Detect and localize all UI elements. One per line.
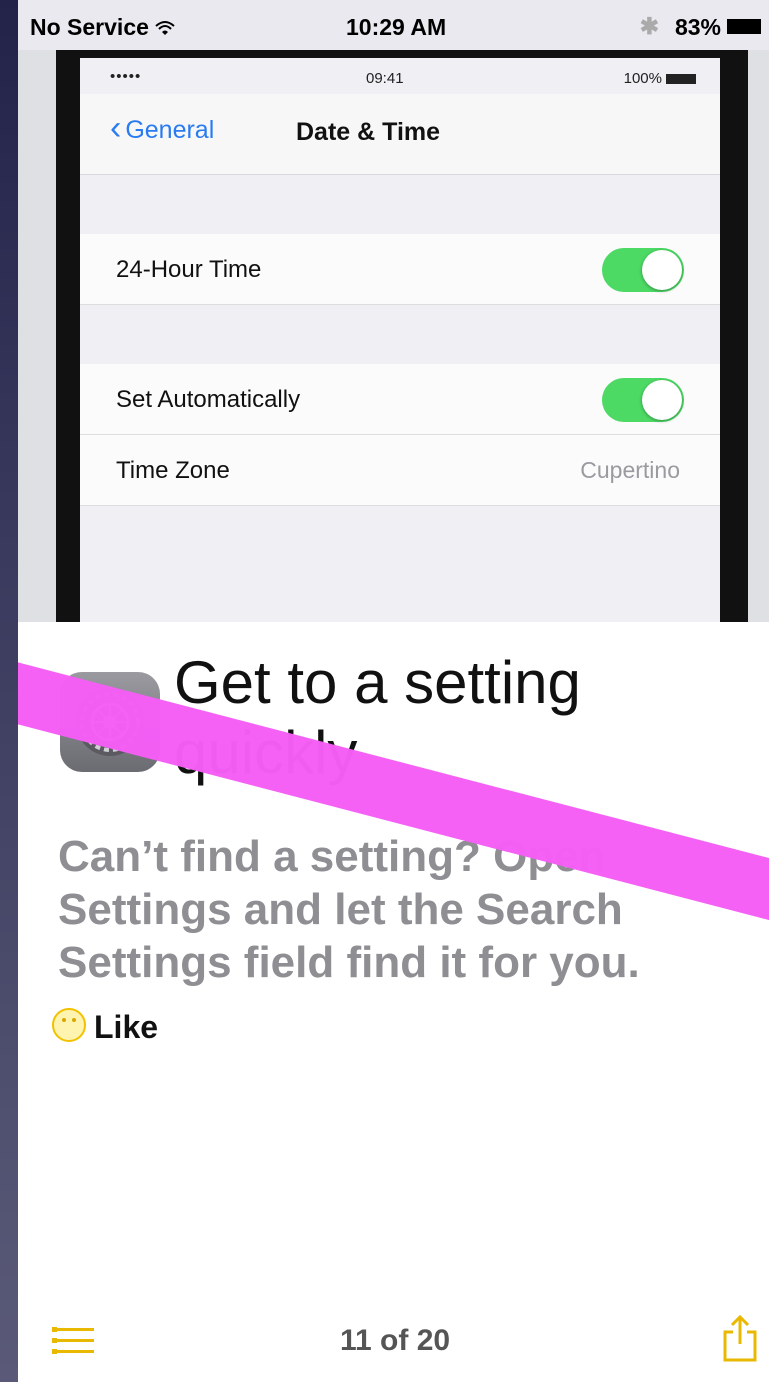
back-label: General [125, 116, 215, 144]
cell-value: Cupertino [580, 457, 680, 483]
settings-navbar: ‹ General Date & Time [80, 94, 720, 175]
wifi-icon [155, 21, 175, 35]
inner-battery-icon [666, 74, 696, 84]
tip-hero-image: ••••• 09:41 100% ‹ General Date & Time 24… [18, 50, 769, 622]
chevron-left-icon: ‹ [110, 109, 122, 147]
status-time: 10:29 AM [346, 14, 447, 40]
inner-battery: 100% [623, 70, 662, 87]
device-frame: ••••• 09:41 100% ‹ General Date & Time 24… [56, 50, 748, 622]
nav-title: Date & Time [296, 118, 441, 146]
smiley-icon [52, 1008, 86, 1042]
status-bar: No Service 10:29 AM ✱ 83% [18, 0, 769, 50]
bluetooth-icon: ✱ [639, 13, 659, 39]
page-count: 11 of 20 [340, 1324, 451, 1357]
inner-time: 09:41 [366, 70, 404, 87]
carrier-label: No Service [30, 14, 175, 41]
signal-dots: ••••• [110, 68, 142, 85]
like-button[interactable]: Like [52, 1008, 158, 1046]
toggle-switch [602, 248, 684, 292]
toggle-switch [602, 378, 684, 422]
battery-percent: 83% [674, 14, 721, 40]
cell-24-hour-time: 24-Hour Time [80, 234, 720, 305]
side-background [0, 0, 20, 1382]
cell-time-zone: Time Zone Cupertino [80, 435, 720, 506]
inner-status-bar: ••••• 09:41 100% [80, 58, 720, 94]
cell-set-automatically: Set Automatically [80, 364, 720, 435]
device-screen: ••••• 09:41 100% ‹ General Date & Time 24… [80, 58, 720, 622]
share-icon[interactable] [721, 1314, 759, 1364]
list-icon[interactable] [52, 1326, 94, 1356]
tips-screen: No Service 10:29 AM ✱ 83% ••••• 09:41 10… [18, 0, 769, 1382]
cell-label: 24-Hour Time [116, 256, 262, 283]
like-label: Like [94, 1009, 159, 1045]
back-button: ‹ General [110, 109, 215, 147]
cell-label: Set Automatically [116, 386, 301, 413]
bottom-toolbar: 11 of 20 [18, 1300, 769, 1382]
battery-icon [727, 19, 761, 34]
cell-label: Time Zone [116, 457, 230, 484]
